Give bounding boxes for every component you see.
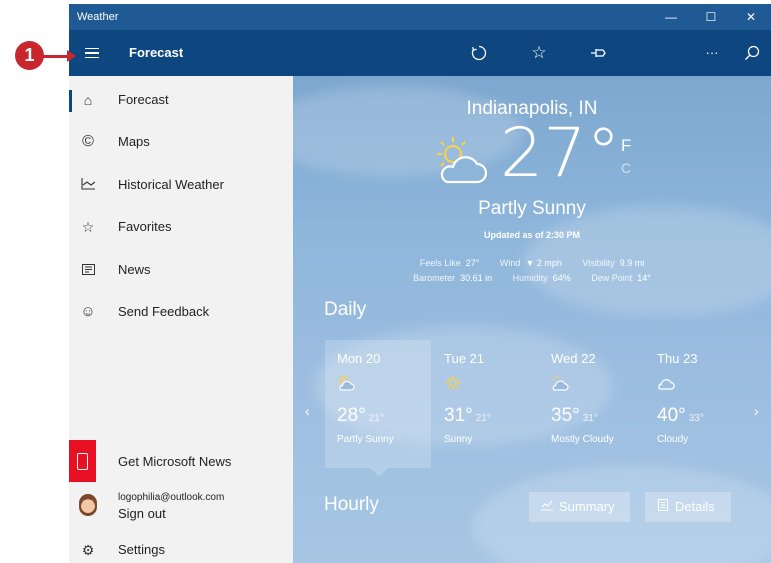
partly-sunny-icon [437,137,488,184]
detail-barometer: Barometer 30.61 in [413,273,493,283]
sidebar-item-label: Forecast [118,92,169,107]
day-card-wed[interactable]: Wed 22 35° 31° Mostly Cloudy [551,351,651,445]
menu-line-icon [85,47,99,50]
dark-mode-moon-icon[interactable] [644,38,674,68]
page-title: Forecast [129,45,184,60]
day-temps: 31° 21° [444,405,491,426]
sidebar-item-label: Send Feedback [118,304,210,319]
day-card-tue[interactable]: Tue 21 31° 21° Sunny [444,351,544,445]
sidebar-item-get-microsoft-news[interactable]: Get Microsoft News [69,440,293,482]
day-name: Thu 23 [657,351,698,366]
day-temps: 35° 31° [551,405,598,426]
minimize-button[interactable]: — [651,4,691,30]
microsoft-news-tile [69,440,96,482]
detail-wind: Wind ▼ 2 mph [499,258,562,268]
hourly-heading: Hourly [324,494,379,515]
sidebar-item-label: Favorites [118,219,172,234]
day-condition: Mostly Cloudy [551,434,614,445]
account-email: logophilia@outlook.com [118,492,225,503]
detail-visibility: Visibility 9.9 mi [582,258,645,268]
updated-time: Updated as of 2:30 PM [483,230,581,240]
favorites-icon: ☆ [81,219,95,235]
selected-day-pointer [370,468,388,477]
app-title: Weather [77,11,119,23]
refresh-icon[interactable] [464,38,494,68]
summary-button[interactable]: Summary [529,492,630,522]
day-temps: 40° 33° [657,405,704,426]
day-temps: 28° 21° [337,405,384,426]
sidebar-item-favorites[interactable]: ☆ Favorites [69,207,293,247]
phone-icon [77,453,88,470]
title-bar: Weather — ☐ ✕ [69,4,771,30]
weather-details-row-1: Feels Like 27° Wind ▼ 2 mph Visibility 9… [293,258,771,268]
cloudy-icon [658,379,675,390]
chart-icon [79,176,97,194]
sidebar-item-news[interactable]: News [69,250,293,290]
day-condition: Partly Sunny [337,434,394,445]
sidebar-item-label: Maps [118,134,150,149]
day-condition: Sunny [444,434,473,445]
menu-line-icon [85,52,99,54]
current-temperature: 27° [500,114,621,193]
day-name: Mon 20 [337,351,381,366]
sidebar-item-settings[interactable]: ⚙ Settings [69,530,293,563]
weather-details-row-2: Barometer 30.61 in Humidity 64% Dew Poin… [293,273,771,283]
callout-arrow-icon [67,50,76,62]
weather-window: Weather — ☐ ✕ Forecast ☆ ··· ⌂ Forecast … [69,4,771,563]
detail-dew-point: Dew Point 14° [591,273,651,283]
mostly-cloudy-icon [552,375,569,391]
more-icon[interactable]: ··· [697,38,727,68]
sign-out-link[interactable]: Sign out [118,506,166,521]
navigation-pane: ⌂ Forecast © Maps Historical Weather ☆ F… [69,76,293,563]
gear-icon: ⚙ [81,542,95,558]
sidebar-item-label: Settings [118,542,165,557]
menu-line-icon [85,56,99,59]
chart-icon [539,492,555,522]
close-button[interactable]: ✕ [731,4,771,30]
current-condition: Partly Sunny [478,198,586,219]
document-icon [655,492,671,522]
news-icon [79,261,97,279]
sunny-icon [445,375,461,391]
step-callout-badge: 1 [15,41,44,70]
smiley-icon: ☺ [80,303,96,320]
day-card-mon[interactable]: Mon 20 28° 21° Partly Sunny [337,351,437,445]
sidebar-item-forecast[interactable]: ⌂ Forecast [69,80,293,120]
detail-humidity: Humidity 64% [512,273,571,283]
sidebar-item-send-feedback[interactable]: ☺ Send Feedback [69,292,293,332]
sidebar-item-label: Historical Weather [118,177,224,192]
account-item[interactable]: logophilia@outlook.com Sign out [69,490,293,524]
maximize-button[interactable]: ☐ [691,4,731,30]
day-name: Tue 21 [444,351,484,366]
daily-heading: Daily [324,299,367,320]
sidebar-item-label: News [118,262,151,277]
day-name: Wed 22 [551,351,596,366]
day-condition: Cloudy [657,434,689,445]
hamburger-menu-button[interactable] [77,38,107,68]
sidebar-item-maps[interactable]: © Maps [69,122,293,162]
sidebar-item-historical-weather[interactable]: Historical Weather [69,165,293,205]
avatar [79,494,97,516]
maps-icon: © [82,133,94,150]
day-card-thu[interactable]: Thu 23 40° 33° Cloudy [657,351,757,445]
pin-icon[interactable] [584,38,614,68]
details-button[interactable]: Details [645,492,731,522]
favorite-star-icon[interactable]: ☆ [524,38,554,68]
chevron-left-icon[interactable]: ‹ [305,403,310,419]
partly-sunny-icon [338,375,355,391]
unit-fahrenheit-toggle[interactable]: F [621,136,631,156]
chevron-right-icon[interactable]: › [754,403,759,419]
active-indicator [69,90,72,112]
sidebar-item-label: Get Microsoft News [118,454,232,469]
detail-feels-like: Feels Like 27° [419,258,480,268]
app-header: Forecast ☆ ··· [69,30,771,76]
unit-celsius-toggle[interactable]: C [621,160,631,176]
home-icon: ⌂ [83,92,93,108]
search-icon[interactable] [737,38,767,68]
forecast-panel: Indianapolis, IN 27° F C Partly Sunny Up… [293,76,771,563]
